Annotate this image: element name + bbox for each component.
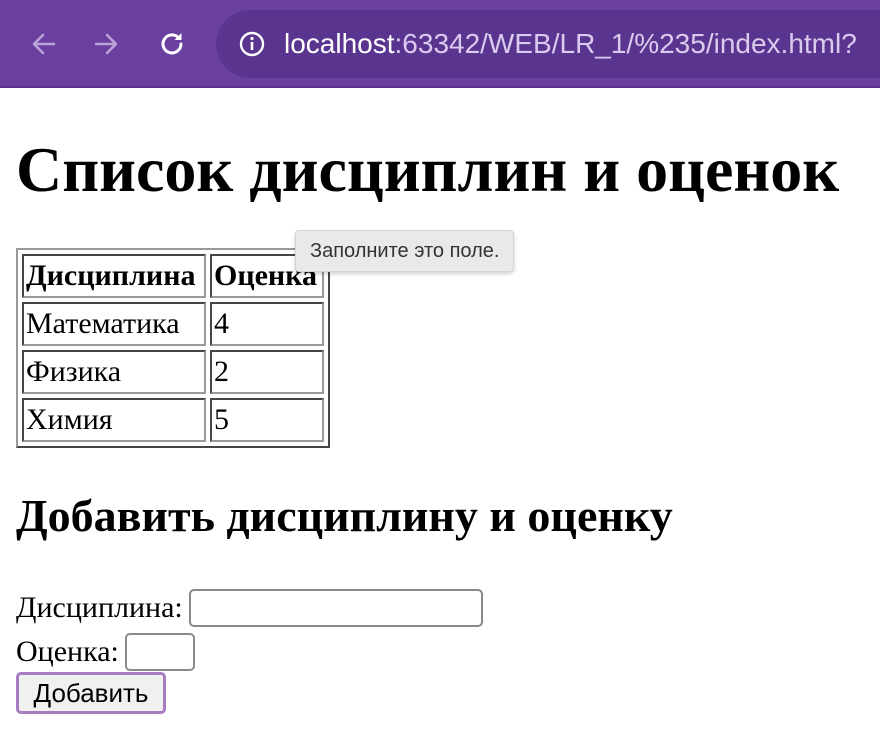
page-title: Список дисциплин и оценок xyxy=(16,134,840,205)
cell-discipline: Химия xyxy=(22,398,206,442)
browser-toolbar: localhost:63342/WEB/LR_1/%235/index.html… xyxy=(0,0,880,88)
form-heading: Добавить дисциплину и оценку xyxy=(16,490,673,541)
info-icon[interactable] xyxy=(238,30,266,58)
back-button[interactable] xyxy=(26,26,62,62)
grades-table: Дисциплина Оценка Математика 4 Физика 2 … xyxy=(16,248,330,448)
discipline-input[interactable] xyxy=(188,589,483,628)
table-header-row: Дисциплина Оценка xyxy=(22,254,324,298)
grade-label: Оценка: xyxy=(16,635,119,669)
grade-input[interactable] xyxy=(124,633,195,672)
table-row: Химия 5 xyxy=(22,398,324,442)
cell-discipline: Физика xyxy=(22,350,206,394)
address-bar[interactable]: localhost:63342/WEB/LR_1/%235/index.html… xyxy=(216,10,880,78)
validation-tooltip: Заполните это поле. xyxy=(295,230,515,272)
reload-button[interactable] xyxy=(154,26,190,62)
reload-icon xyxy=(161,33,183,55)
table-row: Математика 4 xyxy=(22,302,324,346)
cell-grade: 2 xyxy=(210,350,324,394)
grade-row: Оценка: xyxy=(16,630,195,672)
forward-arrow-icon xyxy=(94,33,118,55)
cell-discipline: Математика xyxy=(22,302,206,346)
cell-grade: 4 xyxy=(210,302,324,346)
add-button[interactable]: Добавить xyxy=(16,672,166,714)
discipline-label: Дисциплина: xyxy=(16,591,183,625)
discipline-row: Дисциплина: xyxy=(16,586,483,628)
forward-button[interactable] xyxy=(88,26,124,62)
back-arrow-icon xyxy=(32,33,56,55)
url-text: localhost:63342/WEB/LR_1/%235/index.html… xyxy=(284,24,857,64)
url-path: :63342/WEB/LR_1/%235/index.html? xyxy=(394,28,857,59)
page-content: Список дисциплин и оценок Дисциплина Оце… xyxy=(16,86,880,752)
table-row: Физика 2 xyxy=(22,350,324,394)
url-host: localhost xyxy=(284,28,395,59)
column-header-discipline: Дисциплина xyxy=(22,254,206,298)
cell-grade: 5 xyxy=(210,398,324,442)
